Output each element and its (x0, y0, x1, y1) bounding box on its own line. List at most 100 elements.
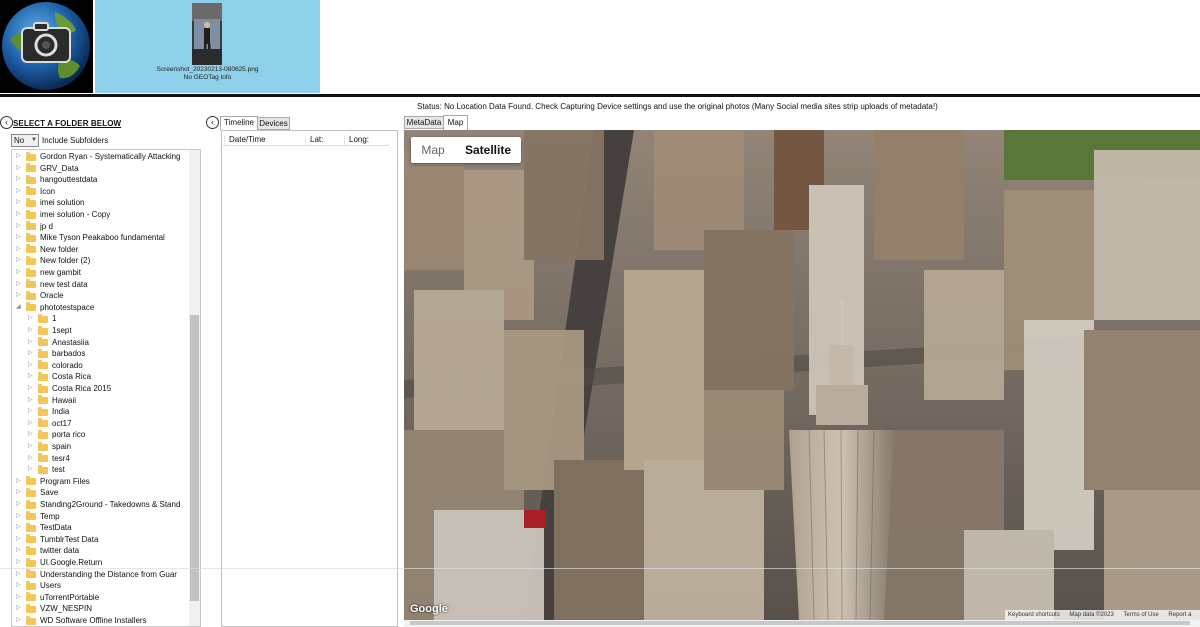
folder-tree-item[interactable]: ▷ New folder (2) (16, 255, 90, 267)
expand-closed-icon[interactable]: ▷ (16, 209, 21, 221)
folder-tree-item[interactable]: ▷ GRV_Data (16, 163, 79, 175)
photo-thumbnail[interactable] (192, 3, 222, 65)
folder-tree-item[interactable]: ▷ uTorrentPortable (16, 592, 99, 604)
folder-tree-item[interactable]: ▷ TumblrTest Data (16, 534, 98, 546)
expand-closed-icon[interactable]: ▷ (16, 267, 21, 279)
folder-tree-item[interactable]: ▷ Mike Tyson Peakaboo fundamental (16, 232, 165, 244)
photo-thumbnail-card[interactable]: Screenshot_20230213-080625.png No GEOTag… (95, 0, 320, 93)
expand-closed-icon[interactable]: ▷ (16, 534, 21, 546)
folder-tree-item[interactable]: ▷ VZW_NESPIN (16, 603, 92, 615)
folder-tree-item[interactable]: ▷ porta rico (28, 429, 85, 441)
satellite-map[interactable] (404, 130, 1200, 620)
satellite-view-button[interactable]: Satellite (455, 137, 521, 163)
report-link[interactable]: Report a (1168, 612, 1191, 618)
folder-tree-item[interactable]: ▷ Costa Rica 2015 (28, 383, 111, 395)
keyboard-shortcuts-link[interactable]: Keyboard shortcuts (1008, 612, 1060, 618)
map-horizontal-scrollbar-thumb[interactable] (410, 621, 1190, 625)
expand-closed-icon[interactable]: ▷ (16, 174, 21, 186)
collapse-sidebar-button[interactable]: ‹ (0, 116, 13, 129)
tab-metadata[interactable]: MetaData (404, 116, 444, 129)
expand-closed-icon[interactable]: ▷ (16, 557, 21, 569)
expand-closed-icon[interactable]: ▷ (16, 221, 21, 233)
folder-tree-item[interactable]: ▷ India (28, 406, 69, 418)
tab-devices[interactable]: Devices (257, 117, 290, 130)
folder-tree-item[interactable]: ▷ hangouttestdata (16, 174, 97, 186)
folder-tree-item[interactable]: ▷ 1sept (28, 325, 72, 337)
expand-closed-icon[interactable]: ▷ (16, 487, 21, 499)
expand-closed-icon[interactable]: ▷ (16, 592, 21, 604)
folder-tree-item[interactable]: ▷ UI.Google.Return (16, 557, 102, 569)
folder-tree-item[interactable]: ▷ Standing2Ground - Takedowns & Stand (16, 499, 180, 511)
expand-closed-icon[interactable]: ▷ (28, 383, 33, 395)
folder-tree-item[interactable]: ▷ Temp (16, 511, 60, 523)
expand-closed-icon[interactable]: ▷ (16, 197, 21, 209)
folder-tree-item[interactable]: ◢ phototestspace (16, 302, 94, 314)
folder-tree-item[interactable]: ▷ twitter data (16, 545, 79, 557)
folder-tree-item[interactable]: ▷ Costa Rica (28, 371, 91, 383)
expand-closed-icon[interactable]: ▷ (28, 429, 33, 441)
expand-closed-icon[interactable]: ▷ (16, 545, 21, 557)
folder-tree-item[interactable]: ▷ WD Software Offline Installers (16, 615, 147, 626)
folder-tree-item[interactable]: ▷ Program Files (16, 476, 90, 488)
expand-closed-icon[interactable]: ▷ (16, 522, 21, 534)
expand-closed-icon[interactable]: ▷ (16, 499, 21, 511)
tab-timeline[interactable]: Timeline (220, 116, 258, 130)
expand-closed-icon[interactable]: ▷ (16, 603, 21, 615)
folder-tree-item[interactable]: ▷ Anastasiia (28, 337, 89, 349)
column-header-lat[interactable]: Lat: (305, 135, 345, 145)
folder-tree-item[interactable]: ▷ colorado (28, 360, 83, 372)
folder-tree-item[interactable]: ▷ Save (16, 487, 58, 499)
expand-closed-icon[interactable]: ▷ (28, 418, 33, 430)
folder-tree-item[interactable]: ▷ new test data (16, 279, 88, 291)
column-header-long[interactable]: Long: (344, 135, 388, 145)
expand-closed-icon[interactable]: ▷ (16, 163, 21, 175)
tab-map[interactable]: Map (443, 115, 468, 130)
folder-tree-item[interactable]: ▷ Users (16, 580, 61, 592)
folder-tree-item[interactable]: ▷ spain (28, 441, 71, 453)
folder-tree-item[interactable]: ▷ barbados (28, 348, 85, 360)
expand-closed-icon[interactable]: ▷ (28, 348, 33, 360)
folder-tree-item[interactable]: ▷ new gambit (16, 267, 81, 279)
folder-tree-item[interactable]: ▷ imei solution (16, 197, 84, 209)
expand-closed-icon[interactable]: ▷ (28, 313, 33, 325)
expand-closed-icon[interactable]: ▷ (28, 337, 33, 349)
expand-closed-icon[interactable]: ▷ (28, 464, 33, 476)
expand-closed-icon[interactable]: ▷ (28, 441, 33, 453)
folder-tree-item[interactable]: ▷ test (28, 464, 65, 476)
folder-tree-item[interactable]: ▷ Understanding the Distance from Guar (16, 569, 177, 581)
folder-tree-item[interactable]: ▷ New folder (16, 244, 78, 256)
map-view-button[interactable]: Map (411, 137, 455, 163)
folder-tree-item[interactable]: ▷ oct17 (28, 418, 72, 430)
folder-tree-item[interactable]: ▷ Gordon Ryan - Systematically Attacking (16, 151, 181, 163)
collapse-timeline-button[interactable]: ‹ (206, 116, 219, 129)
expand-closed-icon[interactable]: ▷ (16, 232, 21, 244)
expand-closed-icon[interactable]: ▷ (28, 360, 33, 372)
folder-tree-item[interactable]: ▷ imei solution - Copy (16, 209, 110, 221)
expand-closed-icon[interactable]: ▷ (28, 453, 33, 465)
folder-tree-item[interactable]: ▷ Hawaii (28, 395, 76, 407)
expand-closed-icon[interactable]: ▷ (16, 580, 21, 592)
expand-closed-icon[interactable]: ▷ (28, 325, 33, 337)
expand-open-icon[interactable]: ◢ (16, 302, 21, 314)
folder-tree[interactable]: ▷ Gordon Ryan - Systematically Attacking ▷… (11, 149, 201, 627)
expand-closed-icon[interactable]: ▷ (16, 244, 21, 256)
folder-tree-item[interactable]: ▷ Oracle (16, 290, 64, 302)
expand-closed-icon[interactable]: ▷ (16, 255, 21, 267)
expand-closed-icon[interactable]: ▷ (28, 406, 33, 418)
expand-closed-icon[interactable]: ▷ (16, 615, 21, 626)
expand-closed-icon[interactable]: ▷ (16, 569, 21, 581)
folder-tree-item[interactable]: ▷ Icon (16, 186, 55, 198)
folder-tree-scrollbar-thumb[interactable] (190, 315, 199, 601)
folder-tree-item[interactable]: ▷ tesr4 (28, 453, 70, 465)
folder-tree-item[interactable]: ▷ TestData (16, 522, 72, 534)
expand-closed-icon[interactable]: ▷ (28, 371, 33, 383)
column-header-datetime[interactable]: Date/Time (224, 135, 306, 145)
folder-tree-item[interactable]: ▷ 1 (28, 313, 56, 325)
include-subfolders-select[interactable]: No ▼ (11, 134, 39, 147)
expand-closed-icon[interactable]: ▷ (16, 151, 21, 163)
expand-closed-icon[interactable]: ▷ (28, 395, 33, 407)
expand-closed-icon[interactable]: ▷ (16, 290, 21, 302)
expand-closed-icon[interactable]: ▷ (16, 476, 21, 488)
expand-closed-icon[interactable]: ▷ (16, 511, 21, 523)
folder-tree-item[interactable]: ▷ jp d (16, 221, 53, 233)
